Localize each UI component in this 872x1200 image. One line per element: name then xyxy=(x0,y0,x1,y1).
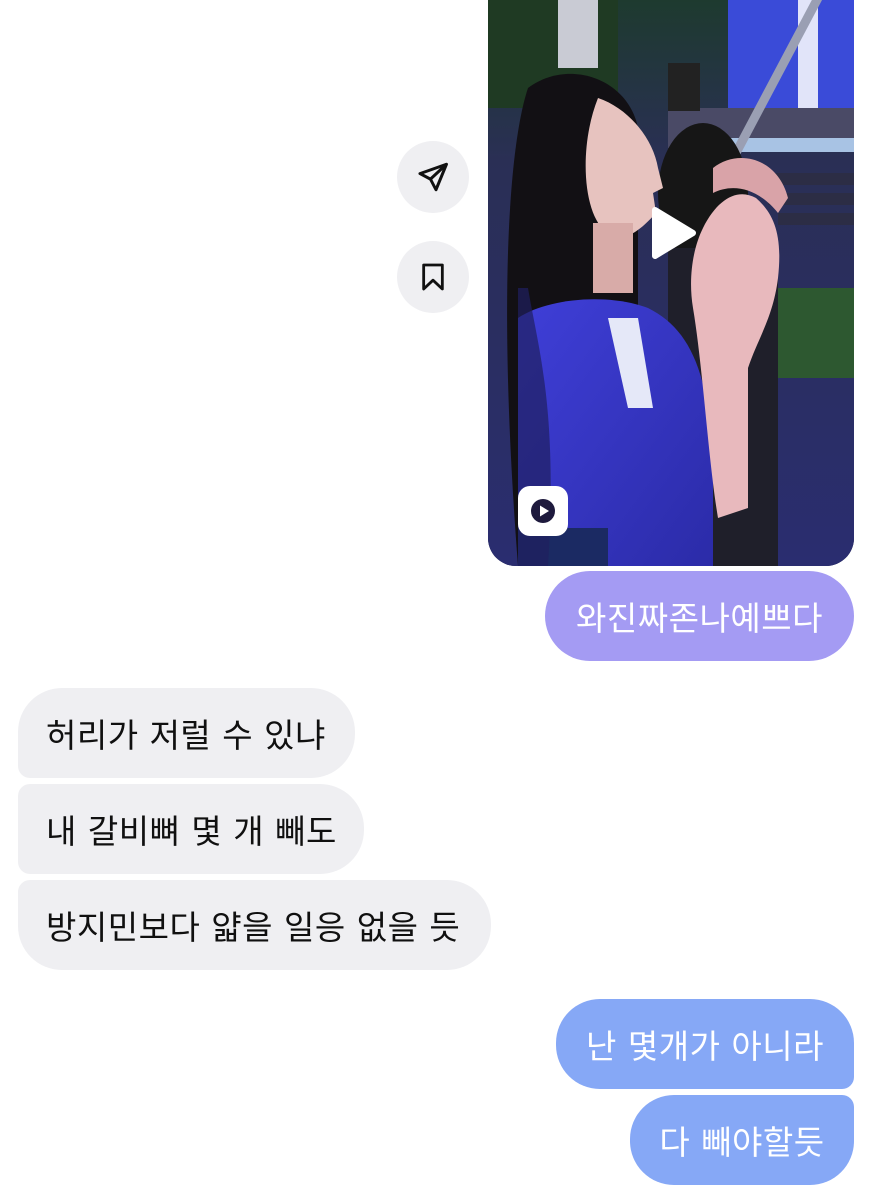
message-bubble-sent[interactable]: 난 몇개가 아니라 xyxy=(556,999,854,1089)
message-bubble-received[interactable]: 방지민보다 얇을 일응 없을 듯 xyxy=(18,880,491,970)
message-bubble-received[interactable]: 내 갈비뼈 몇 개 빼도 xyxy=(18,784,364,874)
reel-video-frame xyxy=(488,0,854,566)
message-bubble-received[interactable]: 허리가 저럴 수 있냐 xyxy=(18,688,355,778)
message-bubble-sent[interactable]: 다 빼야할듯 xyxy=(630,1095,854,1185)
send-icon xyxy=(418,162,448,192)
play-icon[interactable] xyxy=(641,204,699,262)
share-reel-button[interactable] xyxy=(397,141,469,213)
save-reel-button[interactable] xyxy=(397,241,469,313)
bookmark-icon xyxy=(422,263,444,291)
dm-thread: 와진짜존나예쁘다 허리가 저럴 수 있냐 내 갈비뼈 몇 개 빼도 방지민보다 … xyxy=(0,0,872,1200)
shared-reel-thumbnail[interactable] xyxy=(488,0,854,566)
message-bubble-sent[interactable]: 와진짜존나예쁘다 xyxy=(545,571,854,661)
reels-icon xyxy=(518,486,568,536)
